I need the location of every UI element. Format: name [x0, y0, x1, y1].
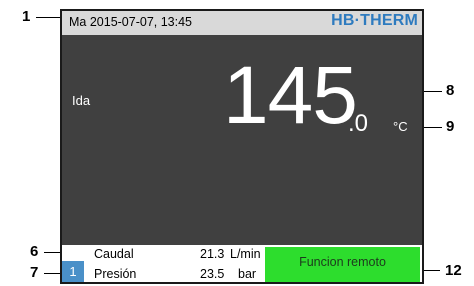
page-indicator[interactable]: 1 — [62, 261, 84, 282]
flow-value: 21.3 — [200, 247, 225, 261]
callout-9: 9 — [446, 118, 455, 135]
flow-label: Caudal — [94, 247, 134, 261]
value-label: Ida — [72, 93, 91, 108]
date-time: Ma 2015-07-07, 13:45 — [69, 15, 193, 29]
callout-7: 7 — [30, 264, 39, 281]
bottom-bar: 1 Caudal 21.3 L/min Presión 23.5 bar Fun… — [62, 245, 422, 282]
temperature-value: 145 — [223, 50, 358, 141]
callout-8: 8 — [446, 82, 455, 99]
temperature-unit: °C — [393, 119, 408, 134]
flow-unit: L/min — [230, 247, 261, 261]
device-screen: Ma 2015-07-07, 13:45 HB·THERM Ida 145 .0… — [60, 9, 424, 284]
pressure-label: Presión — [94, 267, 137, 281]
callout-12: 12 — [445, 262, 462, 279]
main-display: Ida 145 .0 °C — [62, 35, 422, 245]
callout-6: 6 — [30, 243, 39, 260]
brand-logo: HB·THERM — [331, 12, 418, 29]
remote-function-button[interactable]: Funcion remoto — [265, 247, 420, 282]
pressure-value: 23.5 — [200, 267, 225, 281]
callout-1: 1 — [22, 8, 31, 25]
status-bar: Ma 2015-07-07, 13:45 HB·THERM — [62, 11, 422, 35]
temperature-decimal: .0 — [348, 110, 369, 137]
pressure-unit: bar — [238, 267, 257, 281]
